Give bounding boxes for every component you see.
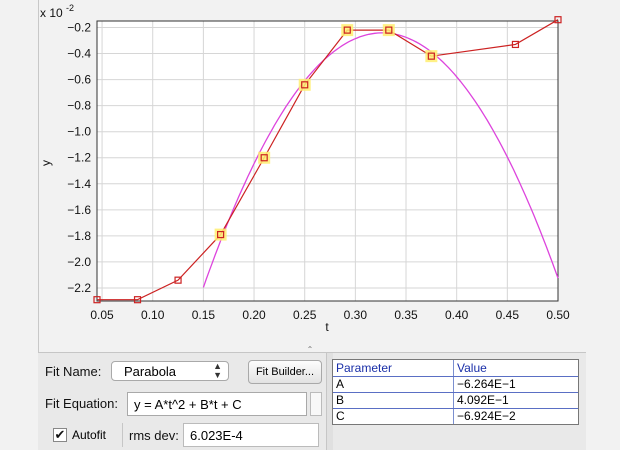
param-value: 4.092E−1 — [457, 393, 509, 407]
y-tick-label: −2.0 — [67, 255, 91, 269]
table-row[interactable]: B 4.092E−1 — [333, 392, 578, 408]
fit-panel: Fit Name: Parabola ▲ ▼ Fit Builder... Fit… — [38, 352, 586, 450]
plot-background — [97, 21, 558, 301]
up-down-arrows-icon: ▲ ▼ — [213, 361, 222, 380]
fit-name-label: Fit Name: — [45, 364, 102, 379]
parameter-table: Parameter Value A −6.264E−1 B 4.092E−1 C… — [332, 359, 579, 425]
fit-equation-label: Fit Equation: — [45, 396, 118, 411]
param-name: C — [336, 409, 345, 423]
x-tick-label: 0.25 — [293, 308, 317, 322]
param-name: B — [336, 393, 345, 407]
y-tick-label: −0.8 — [67, 99, 91, 113]
fit-name-value: Parabola — [124, 364, 177, 379]
data-point-highlight — [214, 228, 227, 241]
y-axis-label: y — [39, 160, 53, 166]
param-value: −6.924E−2 — [457, 409, 516, 423]
y-tick-labels: −0.2 −0.4 −0.6 −0.8 −1.0 −1.2 −1.4 −1.6 −1.8 −2.0… — [67, 21, 91, 295]
fit-builder-button[interactable]: Fit Builder... — [248, 360, 322, 384]
y-scale-exponent: -2 — [66, 3, 74, 13]
table-row[interactable]: A −6.264E−1 — [333, 376, 578, 392]
data-point-highlight — [382, 24, 395, 37]
data-point-highlight — [298, 78, 311, 91]
x-axis-label: t — [325, 320, 329, 334]
x-tick-label: 0.45 — [496, 308, 520, 322]
x-tick-label: 0.05 — [90, 308, 114, 322]
y-tick-label: −0.2 — [67, 21, 91, 35]
y-tick-label: −1.4 — [67, 177, 91, 191]
data-point-highlight — [258, 151, 271, 164]
x-tick-label: 0.20 — [242, 308, 266, 322]
x-tick-label: 0.35 — [394, 308, 418, 322]
table-row[interactable]: C −6.924E−2 — [333, 408, 578, 424]
checkmark-icon: ✔ — [54, 427, 66, 442]
divider — [122, 423, 123, 447]
splitter-grip-icon: ⌃ — [307, 345, 314, 352]
y-tick-label: −0.4 — [67, 47, 91, 61]
autofit-checkbox[interactable]: ✔ — [53, 428, 67, 442]
chart[interactable]: −0.2 −0.4 −0.6 −0.8 −1.0 −1.2 −1.4 −1.6 −1.8 −2.0… — [0, 0, 620, 352]
param-value: −6.264E−1 — [457, 377, 516, 391]
x-tick-label: 0.15 — [192, 308, 216, 322]
header-value[interactable]: Value — [454, 360, 578, 376]
rms-label: rms dev: — [129, 428, 179, 443]
y-tick-label: −1.6 — [67, 203, 91, 217]
header-parameter[interactable]: Parameter — [333, 360, 453, 376]
fit-equation-scrollbar[interactable] — [310, 392, 322, 416]
fit-name-select[interactable]: Parabola ▲ ▼ — [111, 361, 229, 381]
y-scale-label: x 10 — [40, 6, 63, 20]
chart-grid — [97, 21, 559, 301]
x-tick-label: 0.30 — [344, 308, 368, 322]
x-tick-labels: 0.05 0.10 0.15 0.20 0.25 0.30 0.35 0.40 0.45 0.50 — [90, 308, 570, 322]
x-tick-label: 0.40 — [445, 308, 469, 322]
data-point-highlight — [341, 24, 354, 37]
y-tick-label: −0.6 — [67, 73, 91, 87]
rms-value: 6.023E-4 — [183, 423, 319, 447]
data-point-highlight — [425, 50, 438, 63]
x-tick-label: 0.50 — [546, 308, 570, 322]
y-tick-label: −2.2 — [67, 281, 91, 295]
fit-settings: Fit Name: Parabola ▲ ▼ Fit Builder... Fit… — [38, 353, 326, 450]
graph-area: −0.2 −0.4 −0.6 −0.8 −1.0 −1.2 −1.4 −1.6 −1.8 −2.0… — [0, 0, 620, 352]
x-tick-label: 0.10 — [141, 308, 165, 322]
y-tick-label: −1.8 — [67, 229, 91, 243]
y-tick-label: −1.2 — [67, 151, 91, 165]
param-name: A — [336, 377, 345, 391]
fit-equation-field[interactable]: y = A*t^2 + B*t + C — [127, 392, 307, 416]
y-tick-label: −1.0 — [67, 125, 91, 139]
autofit-label: Autofit — [72, 428, 107, 442]
